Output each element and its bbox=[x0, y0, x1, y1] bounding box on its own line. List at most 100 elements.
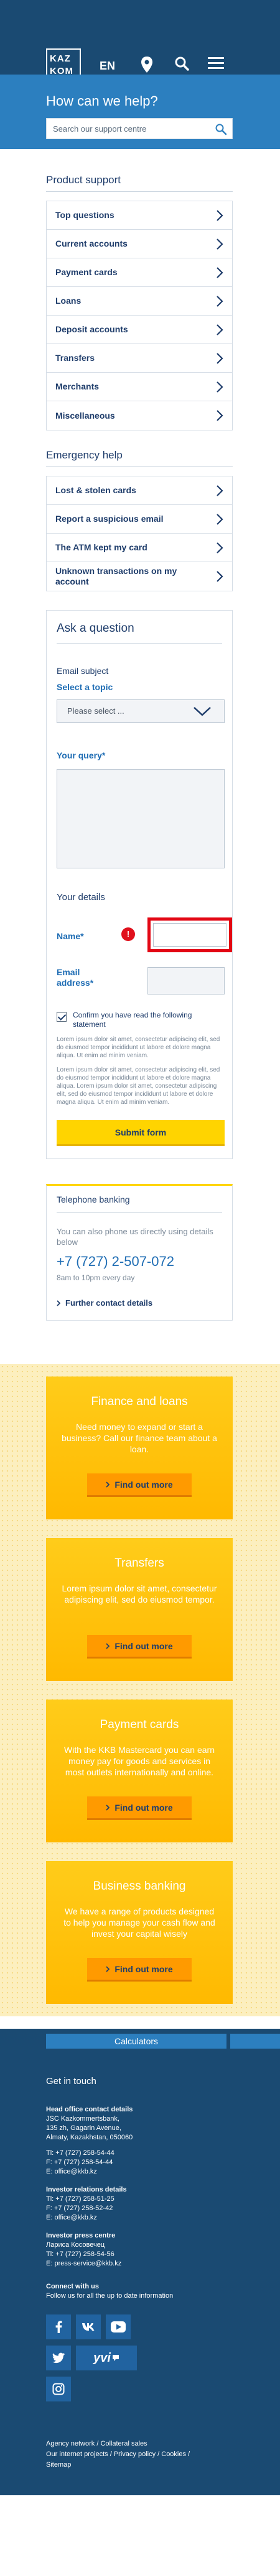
submit-form-button[interactable]: Submit form bbox=[57, 1120, 225, 1146]
product-support-item[interactable]: Merchants bbox=[47, 373, 232, 401]
name-label: Name* bbox=[57, 931, 84, 941]
product-support-section: Product support Top questions Current acc… bbox=[46, 149, 233, 430]
product-support-item-label: Miscellaneous bbox=[55, 410, 115, 421]
footer-link[interactable]: Privacy policy bbox=[114, 2451, 156, 2458]
find-out-more-label: Find out more bbox=[114, 1964, 173, 1974]
language-switch[interactable]: EN bbox=[100, 60, 115, 73]
footer-block-line: F: +7 (727) 258-54-44 bbox=[46, 2159, 113, 2166]
search-icon[interactable] bbox=[174, 56, 193, 75]
find-out-more-button[interactable]: Find out more bbox=[87, 1958, 192, 1982]
footer-link[interactable]: Collateral sales bbox=[100, 2440, 147, 2447]
search-icon[interactable] bbox=[215, 123, 227, 135]
statement-text-1: Lorem ipsum dolor sit amet, consectetur … bbox=[57, 1036, 220, 1059]
name-row: Name* ! bbox=[57, 917, 232, 952]
promo-description: With the KKB Mastercard you can earn mon… bbox=[64, 1745, 215, 1777]
name-field[interactable] bbox=[153, 923, 226, 947]
chevron-right-icon bbox=[57, 1299, 60, 1306]
promo-card: Payment cards With the KKB Mastercard you… bbox=[46, 1700, 233, 1842]
find-out-more-button[interactable]: Find out more bbox=[87, 1473, 192, 1497]
instagram-icon[interactable] bbox=[46, 2377, 71, 2401]
footer-link[interactable]: Cookies bbox=[161, 2451, 186, 2458]
phone-hours: 8am to 10pm every day bbox=[57, 1273, 135, 1282]
your-details-heading: Your details bbox=[57, 892, 105, 903]
find-out-more-button[interactable]: Find out more bbox=[87, 1796, 192, 1820]
chevron-right-icon bbox=[106, 1481, 110, 1488]
head-office-details: Head office contact details JSC Kazkommer… bbox=[46, 2105, 233, 2177]
help-title: How can we help? bbox=[46, 93, 158, 109]
support-search-input[interactable] bbox=[47, 119, 232, 139]
email-label: Email address* bbox=[57, 967, 93, 988]
email-field[interactable] bbox=[147, 967, 225, 994]
emergency-help-section: Emergency help Lost & stolen cards Report… bbox=[46, 430, 233, 591]
main-content: Product support Top questions Current acc… bbox=[46, 149, 233, 1321]
footer-block-line: E: office@kkb.kz bbox=[46, 2168, 97, 2175]
site-header: KAZ KOM EN bbox=[0, 0, 280, 83]
chevron-right-icon bbox=[217, 542, 223, 553]
calculators-side-tab[interactable] bbox=[230, 2034, 280, 2049]
footer-block-line: Almaty, Kazakhstan, 050060 bbox=[46, 2134, 133, 2141]
yvi-icon[interactable]: yvi bbox=[76, 2346, 137, 2370]
product-support-item-label: Deposit accounts bbox=[55, 324, 128, 334]
facebook-icon[interactable] bbox=[46, 2314, 71, 2339]
emergency-help-menu: Lost & stolen cards Report a suspicious e… bbox=[46, 476, 233, 591]
promo-title: Payment cards bbox=[100, 1718, 179, 1731]
emergency-help-item[interactable]: Unknown transactions on my account bbox=[47, 562, 232, 591]
footer-link[interactable]: Agency network bbox=[46, 2440, 95, 2447]
phone-number[interactable]: +7 (727) 2-507-072 bbox=[57, 1254, 222, 1270]
product-support-item[interactable]: Top questions bbox=[47, 201, 232, 230]
telephone-description: You can also phone us directly using det… bbox=[57, 1227, 213, 1247]
promo-card: Business banking We have a range of produ… bbox=[46, 1861, 233, 2004]
select-topic-label: Select a topic bbox=[57, 682, 113, 692]
twitter-icon[interactable] bbox=[46, 2346, 71, 2370]
chevron-right-icon bbox=[217, 571, 223, 582]
footer-link[interactable]: Sitemap bbox=[46, 2461, 71, 2469]
chevron-right-icon bbox=[106, 1804, 110, 1811]
topic-select[interactable]: Please select ... bbox=[57, 699, 225, 723]
further-contact-link[interactable]: Further contact details bbox=[57, 1298, 222, 1308]
promo-card: Finance and loans Need money to expand or… bbox=[46, 1377, 233, 1519]
footer-block-line: Лариса Косовечец bbox=[46, 2241, 105, 2249]
chevron-right-icon bbox=[217, 209, 223, 221]
emergency-help-item[interactable]: Lost & stolen cards bbox=[47, 476, 232, 505]
promo-description: Need money to expand or start a business… bbox=[62, 1422, 217, 1454]
product-support-item-label: Payment cards bbox=[55, 267, 118, 277]
footer-block-line: 135 zh, Gagarin Avenue, bbox=[46, 2124, 121, 2132]
confirm-checkbox[interactable] bbox=[57, 1012, 67, 1022]
section-title: Product support bbox=[46, 174, 233, 192]
investor-relations-details: Investor relations details Tl: +7 (727) 2… bbox=[46, 2185, 233, 2223]
section-title: Emergency help bbox=[46, 449, 233, 467]
emergency-help-item[interactable]: The ATM kept my card bbox=[47, 534, 232, 562]
promo-card: Transfers Lorem ipsum dolor sit amet, con… bbox=[46, 1538, 233, 1681]
chevron-right-icon bbox=[217, 324, 223, 335]
footer-block-line: F: +7 (727) 258-52-42 bbox=[46, 2205, 113, 2212]
query-textarea[interactable] bbox=[57, 769, 225, 868]
youtube-icon[interactable] bbox=[106, 2314, 131, 2339]
emergency-help-item-label: The ATM kept my card bbox=[55, 542, 147, 552]
required-warning-icon: ! bbox=[121, 927, 135, 941]
footer-block-heading: Investor relations details bbox=[46, 2186, 127, 2193]
footer-link[interactable]: Our internet projects bbox=[46, 2451, 108, 2458]
chevron-right-icon bbox=[217, 513, 223, 525]
product-support-item[interactable]: Transfers bbox=[47, 344, 232, 373]
calculators-tab[interactable]: Calculators bbox=[46, 2034, 226, 2049]
statement-text-2: Lorem ipsum dolor sit amet, consectetur … bbox=[57, 1067, 220, 1106]
connect-with-us: Connect with us Follow us for all the up … bbox=[46, 2282, 233, 2301]
emergency-help-item-label: Unknown transactions on my account bbox=[55, 566, 177, 586]
product-support-item[interactable]: Payment cards bbox=[47, 258, 232, 287]
product-support-item[interactable]: Miscellaneous bbox=[47, 401, 232, 430]
find-out-more-button[interactable]: Find out more bbox=[87, 1635, 192, 1659]
telephone-banking-box: Telephone banking You can also phone us … bbox=[46, 1184, 233, 1321]
email-label-line2: address* bbox=[57, 978, 94, 988]
menu-icon[interactable] bbox=[208, 56, 226, 75]
product-support-item-label: Merchants bbox=[55, 381, 100, 391]
product-support-item[interactable]: Current accounts bbox=[47, 230, 232, 258]
emergency-help-item[interactable]: Report a suspicious email bbox=[47, 505, 232, 534]
ask-question-form: Ask a question Email subject Select a to… bbox=[46, 610, 233, 1159]
product-support-item[interactable]: Deposit accounts bbox=[47, 316, 232, 344]
map-pin-icon[interactable] bbox=[141, 56, 159, 75]
emergency-help-item-label: Report a suspicious email bbox=[55, 514, 164, 524]
product-support-item[interactable]: Loans bbox=[47, 287, 232, 316]
vk-icon[interactable] bbox=[76, 2314, 101, 2339]
confirm-label: Confirm you have read the following stat… bbox=[73, 1011, 192, 1029]
chevron-right-icon bbox=[106, 1965, 110, 1972]
